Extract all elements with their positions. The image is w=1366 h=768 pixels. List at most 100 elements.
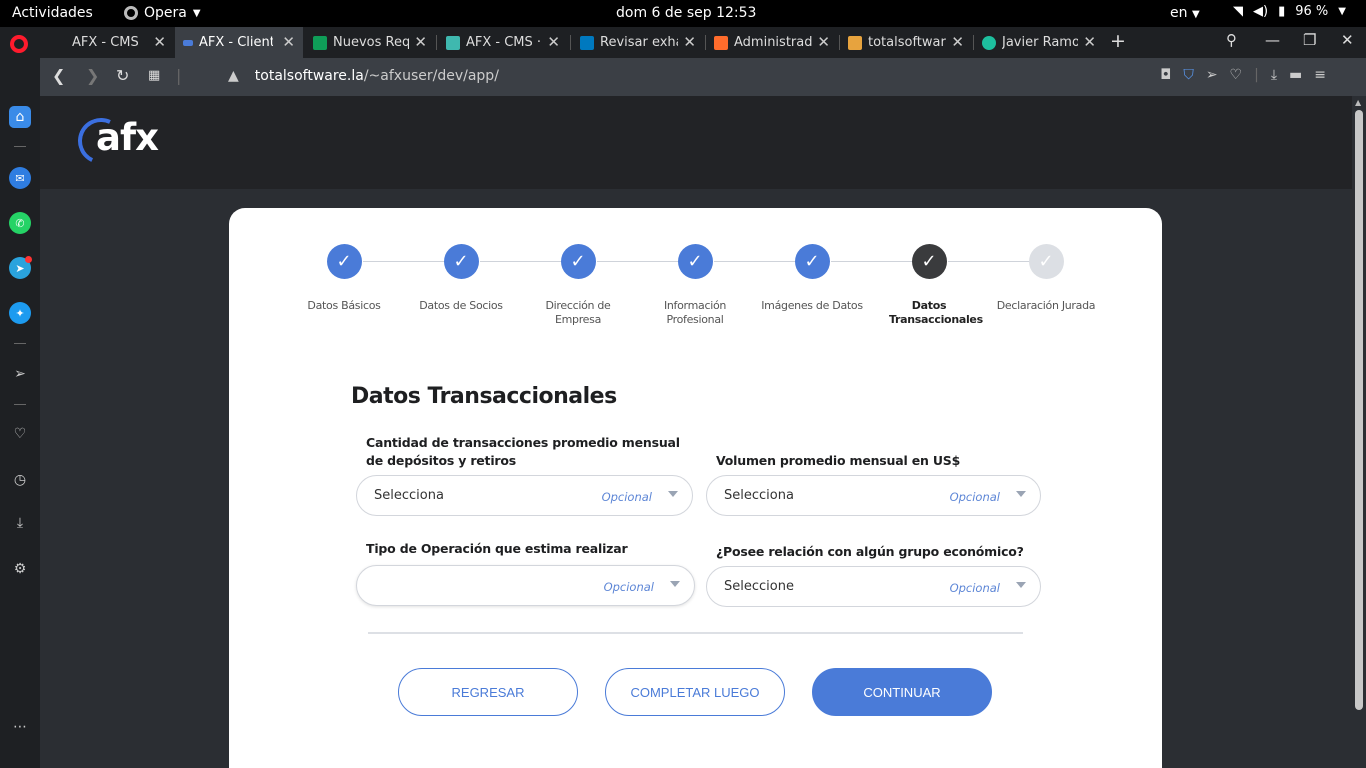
close-icon[interactable]: ✕ — [282, 33, 295, 51]
menu-icon[interactable]: ≡ — [1314, 67, 1326, 83]
tab-afx-cms[interactable]: AFX - CMS ✕ — [44, 27, 174, 58]
tab-nuevos-requerimientos[interactable]: Nuevos Requ ✕ — [305, 27, 435, 58]
heart-icon[interactable]: ♡ — [1230, 67, 1243, 83]
step-label: Datos Básicos — [307, 299, 381, 312]
opera-icon — [124, 6, 138, 20]
page-scrollbar[interactable]: ▲ — [1352, 96, 1366, 768]
clock[interactable]: dom 6 de sep 12:53 — [616, 5, 756, 21]
tab-title: Nuevos Requ — [333, 35, 409, 50]
operation-type-select[interactable]: Opcional — [356, 565, 695, 606]
close-icon[interactable]: ✕ — [817, 33, 830, 51]
send-icon[interactable]: ➢ — [1206, 67, 1218, 83]
step-datos-basicos[interactable]: ✓ Datos Básicos — [284, 244, 404, 313]
afx-logo[interactable]: afx — [71, 111, 168, 171]
close-icon[interactable]: ✕ — [1083, 33, 1096, 51]
close-icon[interactable]: ✕ — [414, 33, 427, 51]
home-icon[interactable]: ⌂ — [9, 106, 31, 128]
telegram-icon[interactable]: ➤ — [9, 256, 32, 279]
optional-hint: Opcional — [949, 581, 1000, 595]
transactions-select[interactable]: Selecciona Opcional — [356, 475, 693, 516]
close-icon[interactable]: ✕ — [153, 33, 166, 51]
continue-button[interactable]: CONTINUAR — [812, 668, 992, 716]
form-divider — [368, 632, 1023, 634]
step-datos-transaccionales[interactable]: ✓ Datos Transaccionales — [869, 244, 989, 327]
send-icon[interactable]: ➢ — [9, 363, 31, 385]
new-tab-icon[interactable]: + — [1110, 30, 1126, 52]
tab-administrador[interactable]: Administrado ✕ — [706, 27, 838, 58]
select-value: Selecciona — [724, 488, 794, 503]
whatsapp-icon[interactable]: ✆ — [9, 212, 31, 234]
battery-saver-icon[interactable]: ▬ — [1289, 67, 1302, 83]
adblock-shield-icon[interactable]: ⛉ — [1183, 67, 1194, 83]
check-icon: ✓ — [794, 244, 830, 279]
address-bar: ❮ ❯ ↻ ▦ | ▲ totalsoftware.la/~afxuser/dev… — [40, 58, 1366, 96]
opera-menu-icon[interactable] — [10, 35, 28, 53]
heart-icon[interactable]: ♡ — [9, 423, 31, 445]
volume-label: Volumen promedio mensual en US$ — [716, 453, 961, 468]
back-button[interactable]: REGRESAR — [398, 668, 578, 716]
reload-icon[interactable]: ↻ — [116, 66, 129, 85]
check-icon: ✓ — [443, 244, 479, 279]
volume-icon: ◀) — [1253, 4, 1269, 19]
activities-button[interactable]: Actividades — [12, 5, 93, 21]
operation-type-label: Tipo de Operación que estima realizar — [366, 541, 628, 556]
tab-totalsoftware[interactable]: totalsoftware ✕ — [840, 27, 972, 58]
camera-icon[interactable]: ◘ — [1160, 67, 1171, 83]
chevron-down-icon: ▼ — [1338, 6, 1346, 17]
tab-separator — [570, 35, 571, 50]
complete-later-button[interactable]: COMPLETAR LUEGO — [605, 668, 785, 716]
tab-revisar[interactable]: Revisar exha ✕ — [572, 27, 704, 58]
step-direccion-empresa[interactable]: ✓ Dirección de Empresa — [518, 244, 638, 327]
close-window-icon[interactable]: ✕ — [1341, 31, 1354, 49]
close-icon[interactable]: ✕ — [951, 33, 964, 51]
url-field[interactable]: ▲ totalsoftware.la/~afxuser/dev/app/ — [228, 68, 499, 84]
tab-overview-icon[interactable]: ▦ — [148, 68, 160, 83]
app-menu[interactable]: Opera ▼ — [124, 5, 201, 21]
system-tray[interactable]: ◥ ◀) ▮ 96 % ▼ — [1233, 4, 1346, 19]
tab-title: AFX - CMS — [72, 35, 139, 50]
search-tabs-icon[interactable]: ⚲ — [1226, 31, 1237, 49]
step-imagenes-datos[interactable]: ✓ Imágenes de Datos — [752, 244, 872, 313]
minimize-icon[interactable]: — — [1265, 31, 1280, 49]
form-title: Datos Transaccionales — [351, 384, 617, 409]
volume-select[interactable]: Selecciona Opcional — [706, 475, 1041, 516]
sidebar-divider — [14, 146, 26, 147]
tab-title: AFX - CMS · A — [466, 35, 542, 50]
notification-dot — [25, 256, 32, 263]
battery-icon: ▮ — [1278, 4, 1286, 19]
back-icon[interactable]: ❮ — [52, 66, 65, 85]
history-icon[interactable]: ◷ — [9, 469, 31, 491]
settings-icon[interactable]: ⚙ — [9, 558, 31, 580]
step-datos-socios[interactable]: ✓ Datos de Socios — [401, 244, 521, 313]
maximize-icon[interactable]: ❐ — [1303, 31, 1316, 49]
sidebar-divider — [14, 343, 26, 344]
step-declaracion-jurada[interactable]: ✓ Declaración Jurada — [986, 244, 1106, 313]
more-icon[interactable]: ⋯ — [9, 716, 31, 738]
web-page: afx ✓ Datos Básicos ✓ Datos de Socios ✓ … — [40, 96, 1352, 768]
economic-group-select[interactable]: Seleccione Opcional — [706, 566, 1041, 607]
language-indicator[interactable]: en ▼ — [1170, 5, 1200, 21]
tab-afx-cliente[interactable]: AFX - Cliente ✕ — [175, 27, 303, 58]
sidebar-divider — [14, 404, 26, 405]
tab-favicon — [446, 35, 460, 50]
scroll-up-icon[interactable]: ▲ — [1355, 98, 1361, 107]
chevron-down-icon — [670, 581, 680, 587]
download-icon[interactable]: ⤓ — [1271, 67, 1277, 83]
download-icon[interactable]: ⤓ — [9, 512, 31, 534]
tab-favicon — [580, 35, 594, 50]
system-top-bar: Actividades Opera ▼ dom 6 de sep 12:53 e… — [0, 0, 1366, 27]
chevron-down-icon — [1016, 582, 1026, 588]
close-icon[interactable]: ✕ — [683, 33, 696, 51]
messenger-icon[interactable]: ✉ — [9, 167, 31, 189]
step-label: Datos Transaccionales — [889, 299, 983, 326]
close-icon[interactable]: ✕ — [547, 33, 560, 51]
forward-icon[interactable]: ❯ — [86, 66, 99, 85]
tab-afx-cms-2[interactable]: AFX - CMS · A ✕ — [438, 27, 568, 58]
step-informacion-profesional[interactable]: ✓ Información Profesional — [635, 244, 755, 327]
separator: | — [1254, 67, 1259, 83]
twitter-icon[interactable]: ✦ — [9, 302, 31, 324]
tab-favicon — [52, 35, 66, 50]
check-icon: ✓ — [560, 244, 596, 279]
tab-javier-ramos[interactable]: Javier Ramos ✕ — [974, 27, 1104, 58]
scroll-thumb[interactable] — [1355, 110, 1363, 710]
